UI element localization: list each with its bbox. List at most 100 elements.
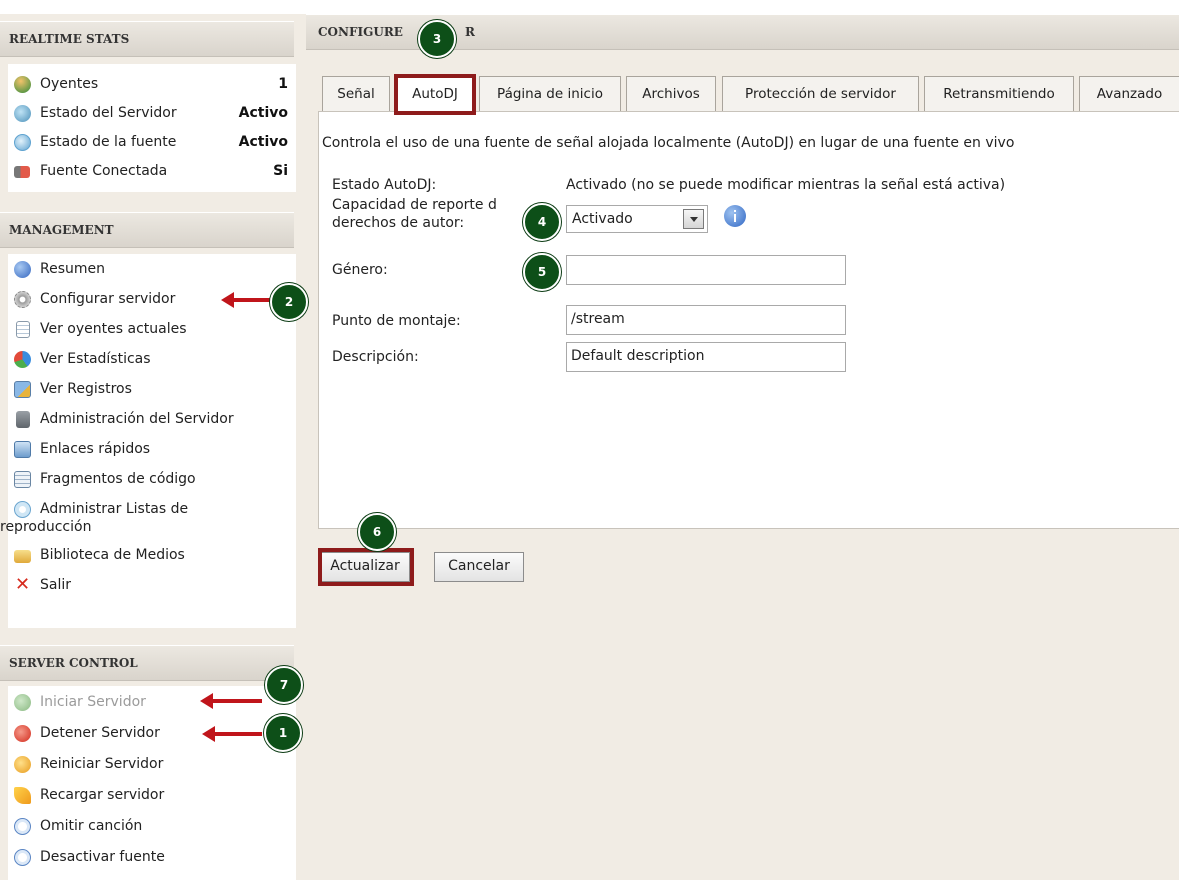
stat-value: Activo bbox=[238, 105, 288, 121]
document-icon bbox=[16, 321, 30, 338]
arrow-7-head bbox=[200, 693, 213, 709]
nav-item-label: Configurar servidor bbox=[40, 291, 176, 307]
cancel-button[interactable]: Cancelar bbox=[434, 552, 524, 582]
skip-icon bbox=[14, 818, 31, 835]
playlist-icon bbox=[14, 501, 31, 518]
links-icon bbox=[14, 441, 31, 458]
restart-icon bbox=[14, 756, 31, 773]
step-badge-1: 1 bbox=[264, 714, 302, 752]
nav-item-label: Ver oyentes actuales bbox=[40, 321, 187, 337]
tab-archivos[interactable]: Archivos bbox=[626, 76, 716, 112]
tab-label: Avanzado bbox=[1096, 86, 1163, 102]
step-badge-3: 3 bbox=[418, 20, 456, 58]
realtime-stats-header: REALTIME STATS bbox=[0, 21, 294, 57]
update-button-highlight bbox=[318, 548, 414, 586]
tab-label: Señal bbox=[337, 86, 375, 102]
server-control-header: SERVER CONTROL bbox=[0, 645, 294, 681]
nav-item-ver-estadisticas[interactable]: Ver Estadísticas bbox=[8, 348, 296, 372]
stat-value: 1 bbox=[278, 76, 288, 92]
nav-item-ver-oyentes[interactable]: Ver oyentes actuales bbox=[8, 318, 296, 342]
nav-item-label: Resumen bbox=[40, 261, 106, 277]
chevron-down-icon[interactable] bbox=[683, 209, 704, 229]
step-badge-6: 6 bbox=[358, 513, 396, 551]
sidebar: REALTIME STATS Oyentes 1 Estado del Serv… bbox=[0, 14, 298, 880]
ctrl-item-label: Omitir canción bbox=[40, 818, 143, 834]
nav-item-administracion-servidor[interactable]: Administración del Servidor bbox=[8, 408, 296, 432]
genre-label: Género: bbox=[332, 262, 388, 278]
tab-label: Página de inicio bbox=[497, 86, 603, 102]
management-header: MANAGEMENT bbox=[0, 212, 294, 248]
log-icon bbox=[14, 381, 31, 398]
pie-chart-icon bbox=[14, 351, 31, 368]
ctrl-item-label: Recargar servidor bbox=[40, 787, 165, 803]
ctrl-item-label: Iniciar Servidor bbox=[40, 694, 146, 710]
genre-input[interactable] bbox=[566, 255, 846, 285]
description-input[interactable]: Default description bbox=[566, 342, 846, 372]
description-label: Descripción: bbox=[332, 349, 419, 365]
pause-icon bbox=[14, 849, 31, 866]
copyright-label: Capacidad de reporte d bbox=[332, 197, 497, 213]
stop-icon bbox=[14, 725, 31, 742]
nav-item-biblioteca-medios[interactable]: Biblioteca de Medios bbox=[8, 544, 296, 568]
speaker-icon bbox=[14, 166, 30, 178]
arrow-7-line bbox=[212, 699, 262, 703]
nav-item-label: Ver Estadísticas bbox=[40, 351, 151, 367]
page-title-end: R bbox=[465, 25, 475, 39]
nav-item-enlaces-rapidos[interactable]: Enlaces rápidos bbox=[8, 438, 296, 462]
nav-item-ver-registros[interactable]: Ver Registros bbox=[8, 378, 296, 402]
info-icon[interactable] bbox=[724, 205, 746, 227]
autodj-status-value: Activado (no se puede modificar mientras… bbox=[566, 177, 1006, 193]
folder-icon bbox=[14, 550, 31, 563]
gear-icon bbox=[14, 291, 31, 308]
mount-label: Punto de montaje: bbox=[332, 313, 461, 329]
stat-label: Fuente Conectada bbox=[40, 163, 168, 179]
tab-label: Protección de servidor bbox=[745, 86, 896, 102]
ctrl-item-reiniciar-servidor[interactable]: Reiniciar Servidor bbox=[8, 753, 296, 777]
mount-input[interactable]: /stream bbox=[566, 305, 846, 335]
tab-avanzado[interactable]: Avanzado bbox=[1079, 76, 1179, 112]
info-icon bbox=[14, 261, 31, 278]
nav-item-label: Administración del Servidor bbox=[40, 411, 234, 427]
stat-label: Oyentes bbox=[40, 76, 99, 92]
nav-item-label: Biblioteca de Medios bbox=[40, 547, 185, 563]
nav-item-resumen[interactable]: Resumen bbox=[8, 258, 296, 282]
nav-item-administrar-listas[interactable]: Administrar Listas de reproducción bbox=[0, 498, 296, 538]
nav-item-salir[interactable]: ✕ Salir bbox=[8, 574, 296, 598]
nav-item-label: Administrar Listas de bbox=[40, 501, 189, 517]
arrow-1-line bbox=[214, 732, 262, 736]
source-status-icon bbox=[14, 134, 31, 151]
play-icon bbox=[14, 694, 31, 711]
tab-retransmitiendo[interactable]: Retransmitiendo bbox=[924, 76, 1074, 112]
nav-item-fragmentos-codigo[interactable]: Fragmentos de código bbox=[8, 468, 296, 492]
nav-item-label: Ver Registros bbox=[40, 381, 132, 397]
nav-item-label: Salir bbox=[40, 577, 72, 593]
tab-highlight bbox=[394, 74, 476, 115]
page-title: CONFIGURE bbox=[318, 25, 403, 39]
server-status-icon bbox=[14, 105, 31, 122]
step-badge-2: 2 bbox=[270, 283, 308, 321]
ctrl-item-label: Desactivar fuente bbox=[40, 849, 165, 865]
autodj-description: Controla el uso de una fuente de señal a… bbox=[322, 135, 1015, 151]
ctrl-item-recargar-servidor[interactable]: Recargar servidor bbox=[8, 784, 296, 808]
server-admin-icon bbox=[16, 411, 30, 428]
tab-proteccion-servidor[interactable]: Protección de servidor bbox=[722, 76, 919, 112]
tab-senal[interactable]: Señal bbox=[322, 76, 390, 112]
copyright-label-continued: derechos de autor: bbox=[332, 215, 465, 231]
step-badge-4: 4 bbox=[523, 203, 561, 241]
stat-label: Estado del Servidor bbox=[40, 105, 177, 121]
copyright-select[interactable]: Activado bbox=[566, 205, 708, 233]
stat-row-listeners: Oyentes 1 bbox=[8, 73, 296, 97]
step-badge-5: 5 bbox=[523, 253, 561, 291]
copyright-select-value: Activado bbox=[572, 211, 633, 227]
stat-row-server-status: Estado del Servidor Activo bbox=[8, 102, 296, 126]
exit-x-icon: ✕ bbox=[14, 574, 31, 595]
nav-item-label-continued: reproducción bbox=[0, 519, 92, 535]
tab-pagina-inicio[interactable]: Página de inicio bbox=[479, 76, 621, 112]
autodj-status-label: Estado AutoDJ: bbox=[332, 177, 437, 193]
nav-item-label: Enlaces rápidos bbox=[40, 441, 151, 457]
ctrl-item-desactivar-fuente[interactable]: Desactivar fuente bbox=[8, 846, 296, 870]
management-panel: Resumen Configurar servidor Ver oyentes … bbox=[0, 254, 296, 628]
reload-icon bbox=[14, 787, 31, 804]
ctrl-item-omitir-cancion[interactable]: Omitir canción bbox=[8, 815, 296, 839]
ctrl-item-iniciar-servidor[interactable]: Iniciar Servidor bbox=[8, 691, 296, 715]
